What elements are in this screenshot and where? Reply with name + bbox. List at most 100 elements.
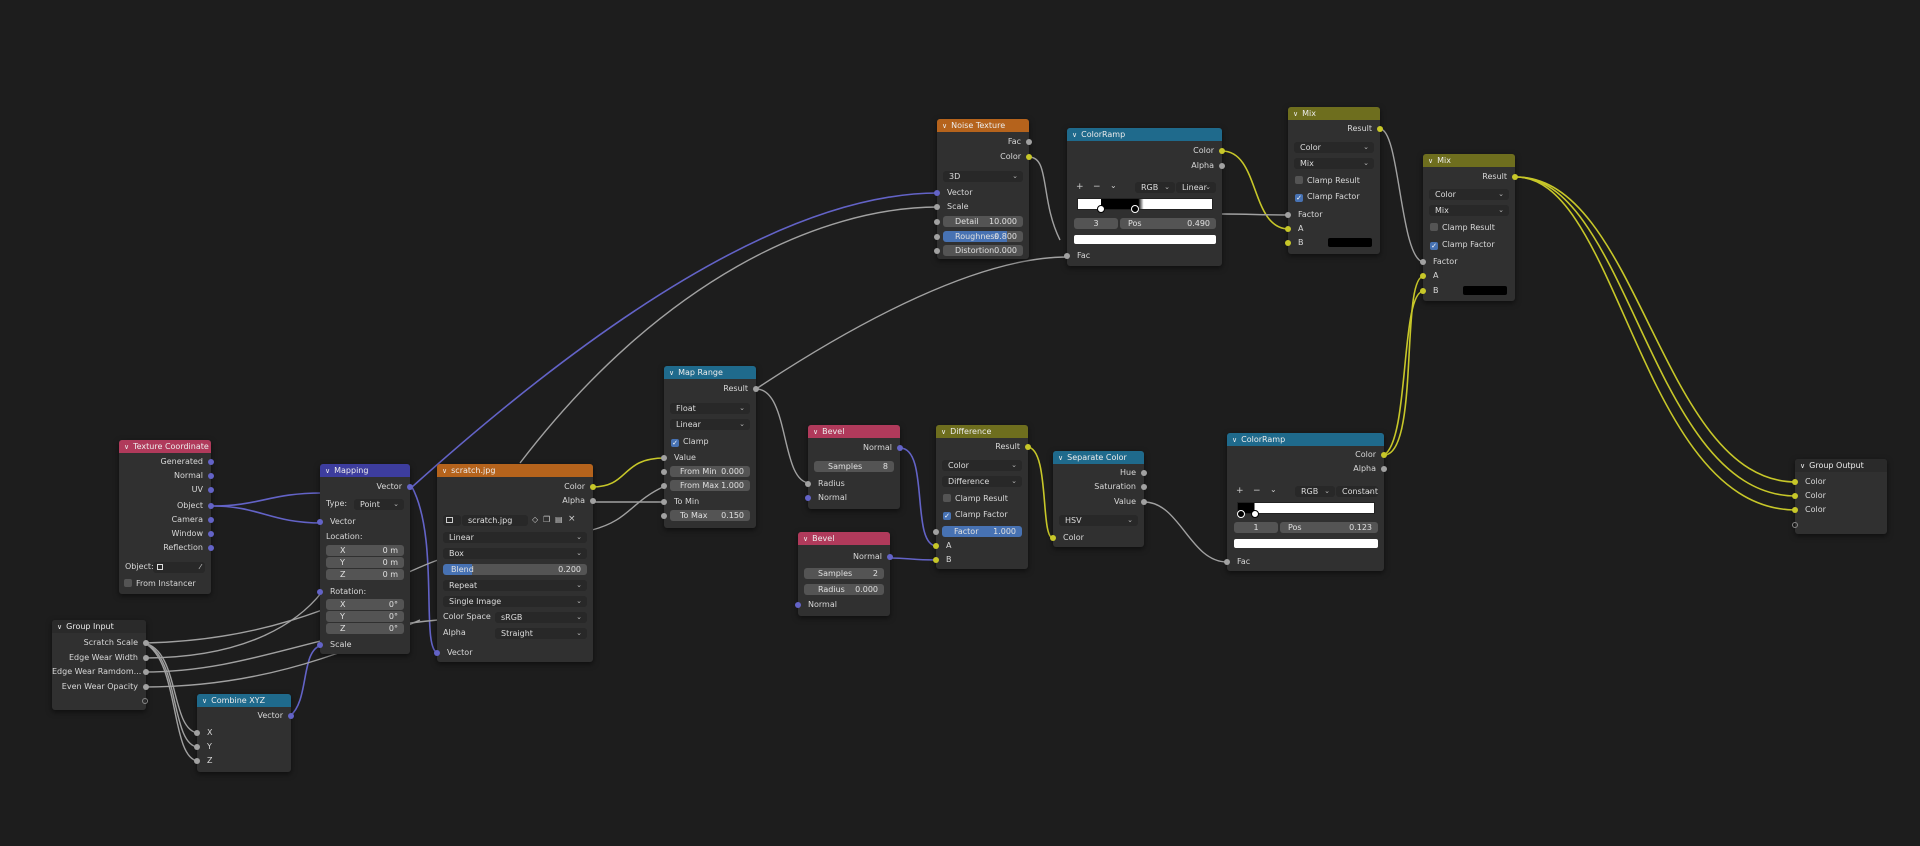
socket-icon[interactable]	[317, 519, 323, 525]
ramp-stop-marker[interactable]	[1237, 510, 1245, 518]
rotation-y-field[interactable]: Y 0°	[326, 611, 404, 622]
socket-icon[interactable]	[753, 386, 759, 392]
blend-mode-dropdown[interactable]: Mix ⌄	[1429, 205, 1509, 216]
interpolation-dropdown[interactable]: Linear ⌄	[1176, 182, 1216, 193]
node-header[interactable]: ∨ Noise Texture	[937, 119, 1029, 132]
checkbox-box[interactable]	[1430, 223, 1438, 231]
source-dropdown[interactable]: Single Image ⌄	[443, 596, 587, 607]
socket-icon[interactable]	[1792, 507, 1798, 513]
socket-icon[interactable]	[208, 473, 214, 479]
group-output-node[interactable]: ∨ Group Output Color Color Color	[1792, 459, 1887, 534]
socket-icon[interactable]	[1420, 259, 1426, 265]
socket-icon[interactable]	[1141, 470, 1147, 476]
separate-color-node[interactable]: ∨ Separate Color Hue Saturation Value HSV…	[1050, 451, 1147, 547]
socket-icon[interactable]	[407, 484, 413, 490]
collapse-chevron-icon[interactable]: ∨	[813, 426, 818, 438]
radius-field[interactable]: Radius 0.000	[804, 584, 884, 595]
combine-xyz-node[interactable]: ∨ Combine XYZ Vector X Y Z	[194, 694, 294, 772]
socket-icon[interactable]	[1512, 174, 1518, 180]
duplicate-icon[interactable]: ❐	[543, 515, 550, 524]
clamp-factor-checkbox[interactable]: ✓ Clamp Factor	[1295, 191, 1360, 202]
socket-icon[interactable]	[805, 481, 811, 487]
shield-icon[interactable]: ◇	[532, 515, 538, 524]
roughness-socket-icon[interactable]	[934, 234, 940, 240]
socket-icon[interactable]	[1420, 273, 1426, 279]
image-browse-button[interactable]	[443, 515, 461, 526]
socket-icon[interactable]	[805, 495, 811, 501]
clamp-result-checkbox[interactable]: Clamp Result	[1430, 222, 1495, 233]
node-header[interactable]: ∨ Difference	[936, 425, 1028, 438]
difference-node[interactable]: ∨ Difference Result Color ⌄ Difference ⌄ Cl…	[933, 425, 1031, 569]
empty-socket-icon[interactable]	[1792, 522, 1798, 528]
projection-dropdown[interactable]: Box ⌄	[443, 548, 587, 559]
close-icon[interactable]: ×	[568, 514, 576, 524]
node-header[interactable]: ∨ Bevel	[798, 532, 890, 545]
stop-color-swatch[interactable]	[1074, 235, 1216, 244]
socket-icon[interactable]	[1792, 479, 1798, 485]
stop-position-field[interactable]: Pos 0.490	[1120, 218, 1216, 229]
stop-index-field[interactable]: 3	[1074, 218, 1118, 229]
socket-icon[interactable]	[887, 554, 893, 560]
socket-icon[interactable]	[143, 640, 149, 646]
from-instancer-checkbox[interactable]: From Instancer	[124, 578, 196, 589]
add-stop-button[interactable]: +	[1236, 486, 1244, 496]
roughness-slider[interactable]: Roughness 0.800	[943, 231, 1023, 242]
socket-icon[interactable]	[317, 589, 323, 595]
interpolation-dropdown[interactable]: Constant ⌄	[1336, 486, 1378, 497]
node-header[interactable]: ∨ Separate Color	[1053, 451, 1144, 464]
b-color-swatch[interactable]	[1328, 238, 1372, 247]
node-header[interactable]: ∨ Mix	[1423, 154, 1515, 167]
socket-icon[interactable]	[590, 484, 596, 490]
socket-icon[interactable]	[1026, 154, 1032, 160]
collapse-chevron-icon[interactable]: ∨	[669, 367, 674, 379]
texture-coordinate-node[interactable]: ∨ Texture Coordinate Generated Normal UV …	[119, 440, 214, 594]
color-mode-dropdown[interactable]: RGB ⌄	[1135, 182, 1175, 193]
color-mode-dropdown[interactable]: HSV ⌄	[1059, 515, 1138, 526]
socket-icon[interactable]	[1219, 163, 1225, 169]
mapping-node[interactable]: ∨ Mapping Vector Type: Point ⌄ Vector Loca…	[317, 464, 413, 654]
node-header[interactable]: ∨ scratch.jpg	[437, 464, 593, 477]
socket-icon[interactable]	[208, 531, 214, 537]
socket-icon[interactable]	[934, 204, 940, 210]
samples-field[interactable]: Samples 8	[814, 461, 894, 472]
b-color-swatch[interactable]	[1463, 286, 1507, 295]
socket-icon[interactable]	[897, 445, 903, 451]
node-header[interactable]: ∨ Group Input	[52, 620, 146, 633]
folder-icon[interactable]: ▤	[555, 515, 563, 524]
collapse-chevron-icon[interactable]: ∨	[202, 695, 207, 707]
distortion-socket-icon[interactable]	[934, 248, 940, 254]
socket-icon[interactable]	[1026, 139, 1032, 145]
colorspace-dropdown[interactable]: sRGB ⌄	[495, 612, 587, 623]
socket-icon[interactable]	[1219, 148, 1225, 154]
bevel-node-1[interactable]: ∨ Bevel Normal Samples 8 Radius Normal	[805, 425, 903, 509]
blend-mode-dropdown[interactable]: Mix ⌄	[1294, 158, 1374, 169]
node-header[interactable]: ∨ Map Range	[664, 366, 756, 379]
data-type-dropdown[interactable]: Color ⌄	[1429, 189, 1509, 200]
detail-field[interactable]: Detail 10.000	[943, 216, 1023, 227]
socket-icon[interactable]	[1792, 493, 1798, 499]
socket-icon[interactable]	[1224, 559, 1230, 565]
map-range-node[interactable]: ∨ Map Range Result Float ⌄ Linear ⌄ ✓ Clamp …	[661, 366, 759, 528]
collapse-chevron-icon[interactable]: ∨	[1232, 434, 1237, 446]
checkbox-box[interactable]: ✓	[1295, 194, 1303, 202]
group-input-node[interactable]: ∨ Group Input Scratch Scale Edge Wear Wid…	[52, 620, 149, 710]
data-type-dropdown[interactable]: Color ⌄	[1294, 142, 1374, 153]
socket-icon[interactable]	[1285, 212, 1291, 218]
bevel-node-2[interactable]: ∨ Bevel Normal Samples 2 Radius 0.000 Norma…	[795, 532, 893, 616]
type-dropdown[interactable]: Point ⌄	[354, 499, 404, 510]
checkbox-box[interactable]	[124, 579, 132, 587]
noise-texture-node[interactable]: ∨ Noise Texture Fac Color 3D ⌄ Vector Scal…	[934, 119, 1032, 259]
socket-icon[interactable]	[590, 498, 596, 504]
interpolation-dropdown[interactable]: Linear ⌄	[443, 532, 587, 543]
factor-slider[interactable]: Factor 1.000	[942, 526, 1022, 537]
alpha-mode-dropdown[interactable]: Straight ⌄	[495, 628, 587, 639]
socket-icon[interactable]	[661, 455, 667, 461]
color-mode-dropdown[interactable]: RGB ⌄	[1295, 486, 1335, 497]
chevron-down-icon[interactable]: ⌄	[1110, 181, 1117, 190]
collapse-chevron-icon[interactable]: ∨	[1800, 460, 1805, 472]
eyedropper-icon[interactable]: ⁄	[200, 562, 201, 573]
from-max-field[interactable]: From Max 1.000	[670, 480, 750, 491]
factor-socket-icon[interactable]	[933, 529, 939, 535]
collapse-chevron-icon[interactable]: ∨	[442, 465, 447, 477]
checkbox-box[interactable]	[943, 494, 951, 502]
